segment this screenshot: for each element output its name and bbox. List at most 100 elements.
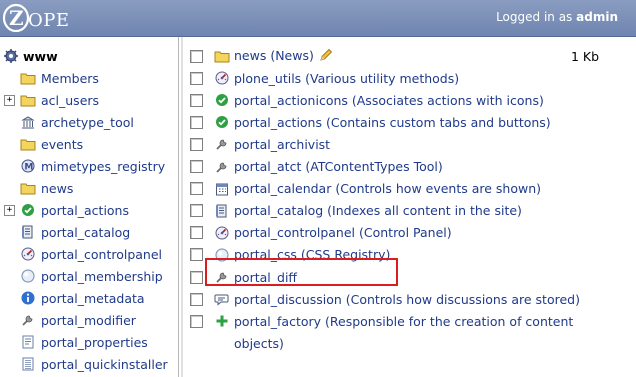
expand-icon[interactable]: +: [4, 204, 15, 216]
object-row[interactable]: portal_actionicons (Associates actions w…: [184, 89, 636, 111]
nav-item-label[interactable]: portal_modifier: [41, 313, 136, 328]
highlight-box: [205, 258, 398, 286]
controlpanel-icon: [20, 246, 36, 262]
folder-icon: [20, 180, 36, 196]
object-link[interactable]: portal_actionicons (Associates actions w…: [234, 93, 544, 108]
object-row-continuation: objects): [184, 332, 636, 354]
info-icon: [20, 290, 36, 306]
login-status: Logged in as admin: [496, 10, 618, 24]
nav-item-label[interactable]: events: [41, 137, 83, 152]
nav-item-label[interactable]: portal_membership: [41, 269, 163, 284]
object-link[interactable]: portal_archivist: [234, 137, 330, 152]
object-link[interactable]: plone_utils (Various utility methods): [234, 71, 459, 86]
nav-item-archetype-tool[interactable]: archetype_tool: [0, 111, 178, 133]
select-checkbox[interactable]: [190, 137, 203, 151]
nav-item-portal-catalog[interactable]: portal_catalog: [0, 221, 178, 243]
object-row[interactable]: portal_calendar (Controls how events are…: [184, 178, 636, 200]
login-prefix: Logged in as: [496, 10, 573, 24]
nav-item-label[interactable]: Members: [41, 71, 99, 86]
svg-text:M: M: [24, 162, 33, 172]
nav-item-label[interactable]: portal_metadata: [41, 291, 145, 306]
object-row[interactable]: portal_atct (ATContentTypes Tool): [184, 156, 636, 178]
object-link[interactable]: news (News): [234, 47, 334, 66]
nav-item-label[interactable]: acl_users: [41, 93, 99, 108]
calendar-icon: [214, 181, 230, 197]
zope-logo: Z OPE: [2, 3, 70, 33]
controlpanel-icon: [214, 225, 230, 241]
checkmark-icon: [20, 202, 36, 218]
nav-item-label[interactable]: archetype_tool: [41, 115, 134, 130]
nav-item-label[interactable]: portal_properties: [41, 335, 148, 350]
object-row[interactable]: plone_utils (Various utility methods): [184, 67, 636, 89]
pencil-icon: [318, 47, 334, 66]
select-checkbox[interactable]: [190, 160, 203, 173]
object-link-continuation[interactable]: objects): [234, 336, 284, 351]
nav-item-portal-controlpanel[interactable]: portal_controlpanel: [0, 243, 178, 265]
svg-text:Z: Z: [9, 6, 24, 30]
nav-item-label[interactable]: portal_controlpanel: [41, 247, 162, 262]
object-row[interactable]: news (News) 1 Kb: [184, 45, 636, 67]
membership-icon: [20, 268, 36, 284]
nav-item-members[interactable]: Members: [0, 67, 178, 89]
nav-item-portal-membership[interactable]: portal_membership: [0, 265, 178, 287]
object-link[interactable]: portal_discussion (Controls how discussi…: [234, 292, 580, 307]
gear-icon: [3, 48, 19, 64]
installer-icon: [20, 356, 36, 372]
mimetypes-icon: M: [20, 158, 36, 174]
select-checkbox[interactable]: [190, 270, 203, 284]
nav-item-events[interactable]: events: [0, 133, 178, 155]
object-row[interactable]: portal_archivist: [184, 133, 636, 155]
select-checkbox[interactable]: [190, 204, 203, 218]
object-link[interactable]: portal_calendar (Controls how events are…: [234, 181, 541, 196]
nav-item-acl-users[interactable]: + acl_users: [0, 89, 178, 111]
wrench-icon: [214, 136, 230, 152]
object-row[interactable]: portal_catalog (Indexes all content in t…: [184, 200, 636, 222]
svg-text:OPE: OPE: [28, 10, 70, 31]
object-link[interactable]: portal_controlpanel (Control Panel): [234, 225, 452, 240]
folder-icon: [20, 92, 36, 108]
catalog-icon: [214, 203, 230, 219]
select-checkbox[interactable]: [190, 182, 203, 196]
utils-icon: [214, 70, 230, 86]
select-checkbox[interactable]: [190, 49, 203, 63]
object-link[interactable]: portal_actions (Contains custom tabs and…: [234, 115, 551, 130]
nav-item-label[interactable]: portal_catalog: [41, 225, 130, 240]
object-row[interactable]: portal_factory (Responsible for the crea…: [184, 310, 636, 332]
expand-icon[interactable]: +: [4, 94, 15, 106]
folder-icon: [20, 136, 36, 152]
checkmark-icon: [214, 92, 230, 108]
select-checkbox[interactable]: [190, 226, 203, 240]
object-link[interactable]: portal_catalog (Indexes all content in t…: [234, 203, 522, 218]
select-checkbox[interactable]: [190, 292, 203, 306]
catalog-icon: [20, 224, 36, 240]
nav-item-label[interactable]: portal_quickinstaller: [41, 357, 168, 372]
login-user: admin: [576, 10, 618, 24]
nav-item-portal-modifier[interactable]: portal_modifier: [0, 309, 178, 331]
navigation-tree: www Members + acl_users archetype_toolevents…: [0, 37, 179, 377]
nav-item-portal-quickinstaller[interactable]: portal_quickinstaller: [0, 353, 178, 375]
top-bar: Z OPE Logged in as admin: [0, 0, 636, 37]
nav-item-label[interactable]: news: [41, 181, 73, 196]
folder-icon: [214, 48, 230, 64]
nav-item-portal-actions[interactable]: + portal_actions: [0, 199, 178, 221]
nav-root-label[interactable]: www: [23, 49, 58, 64]
select-checkbox[interactable]: [190, 314, 203, 328]
object-row[interactable]: portal_discussion (Controls how discussi…: [184, 288, 636, 310]
frame-divider[interactable]: [181, 37, 183, 377]
nav-item-label[interactable]: mimetypes_registry: [41, 159, 165, 174]
object-row[interactable]: portal_controlpanel (Control Panel): [184, 222, 636, 244]
nav-root-www[interactable]: www: [0, 45, 178, 67]
nav-item-portal-metadata[interactable]: portal_metadata: [0, 287, 178, 309]
nav-item-portal-properties[interactable]: portal_properties: [0, 331, 178, 353]
select-checkbox[interactable]: [190, 115, 203, 129]
nav-item-label[interactable]: portal_actions: [41, 203, 129, 218]
nav-item-mimetypes-registry[interactable]: Mmimetypes_registry: [0, 155, 178, 177]
wrench-icon: [214, 159, 230, 175]
select-checkbox[interactable]: [190, 71, 203, 85]
select-checkbox[interactable]: [190, 248, 203, 262]
object-link[interactable]: portal_atct (ATContentTypes Tool): [234, 159, 443, 174]
nav-item-news[interactable]: news: [0, 177, 178, 199]
select-checkbox[interactable]: [190, 93, 203, 107]
object-link[interactable]: portal_factory (Responsible for the crea…: [234, 314, 573, 329]
object-row[interactable]: portal_actions (Contains custom tabs and…: [184, 111, 636, 133]
